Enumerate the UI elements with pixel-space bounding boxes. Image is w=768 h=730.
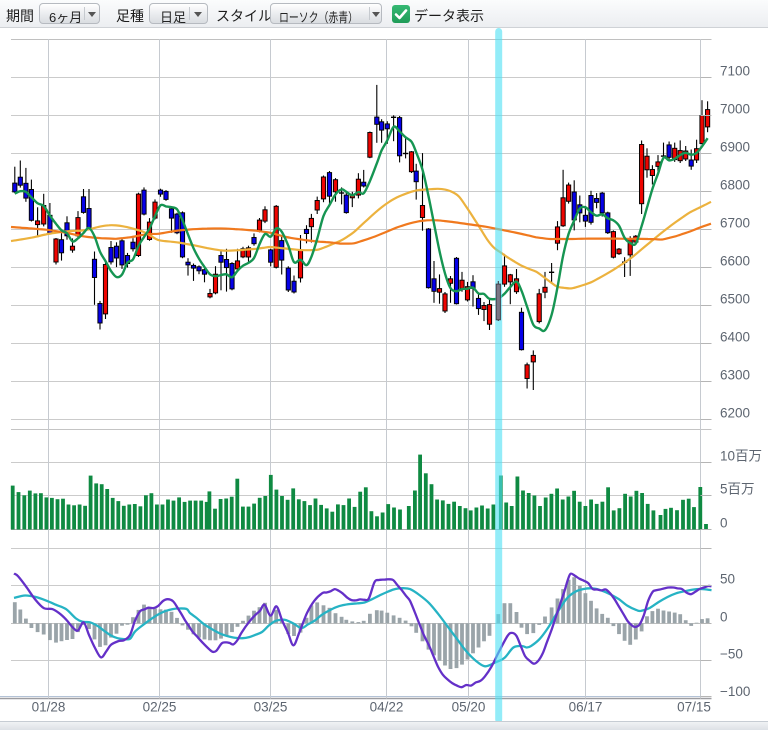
svg-text:6500: 6500 (720, 291, 750, 306)
svg-text:01/28: 01/28 (32, 700, 66, 715)
svg-text:10百万: 10百万 (720, 448, 762, 463)
svg-text:6800: 6800 (720, 177, 750, 192)
svg-text:04/22: 04/22 (370, 700, 404, 715)
svg-text:02/25: 02/25 (143, 700, 177, 715)
svg-text:−50: −50 (720, 646, 743, 661)
svg-text:6700: 6700 (720, 215, 750, 230)
svg-text:0: 0 (720, 515, 728, 530)
svg-text:6200: 6200 (720, 405, 750, 420)
svg-text:0: 0 (720, 609, 728, 624)
svg-text:05/20: 05/20 (452, 700, 486, 715)
svg-text:03/25: 03/25 (254, 700, 288, 715)
svg-text:6600: 6600 (720, 253, 750, 268)
svg-text:6900: 6900 (720, 139, 750, 154)
svg-text:6300: 6300 (720, 367, 750, 382)
svg-text:07/15: 07/15 (677, 700, 711, 715)
svg-text:06/17: 06/17 (569, 700, 603, 715)
svg-text:50: 50 (720, 571, 735, 586)
svg-text:−100: −100 (720, 684, 750, 699)
svg-text:5百万: 5百万 (720, 481, 755, 496)
svg-text:7000: 7000 (720, 101, 750, 116)
svg-text:7100: 7100 (720, 63, 750, 78)
svg-text:6400: 6400 (720, 329, 750, 344)
